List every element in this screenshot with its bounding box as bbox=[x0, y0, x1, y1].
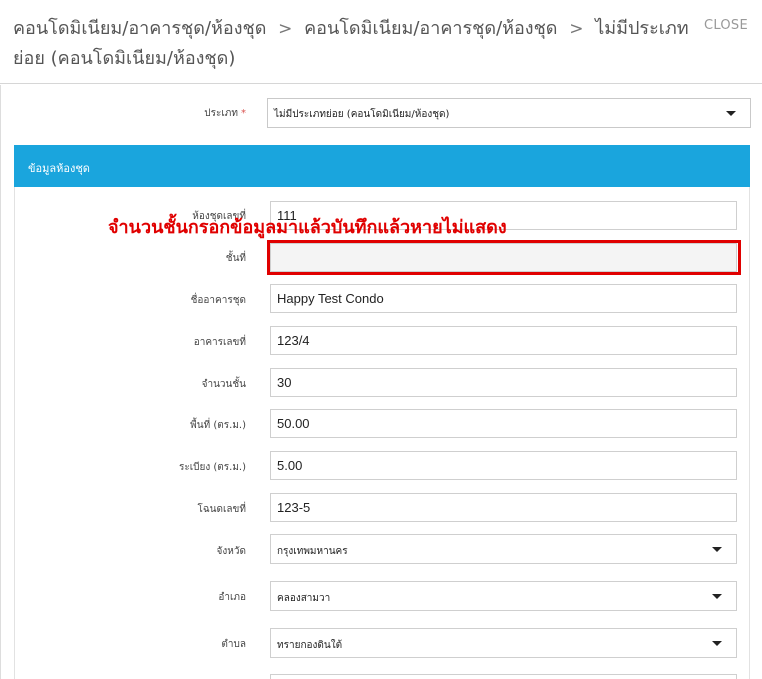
district-select-value: คลองสามวา bbox=[277, 593, 331, 604]
type-label-text: ประเภท bbox=[204, 108, 238, 119]
annotation-text: จำนวนชั้นกรอกข้อมูลมาแล้วบันทึกแล้วหายไม… bbox=[108, 217, 507, 238]
section-title: ข้อมูลห้องชุด bbox=[28, 162, 90, 175]
floor-count-input[interactable]: 30 bbox=[270, 368, 737, 397]
province-label: จังหวัด bbox=[216, 546, 246, 557]
caret-down-icon bbox=[712, 594, 722, 599]
floor-label: ชั้นที่ bbox=[225, 253, 246, 264]
caret-down-icon bbox=[712, 547, 722, 552]
breadcrumb-item-2[interactable]: คอนโดมิเนียม/อาคารชุด/ห้องชุด bbox=[304, 18, 557, 39]
caret-down-icon bbox=[726, 111, 736, 116]
next-input[interactable] bbox=[270, 674, 737, 679]
balcony-input[interactable]: 5.00 bbox=[270, 451, 737, 480]
district-select[interactable]: คลองสามวา bbox=[270, 581, 737, 611]
floor-count-label: จำนวนชั้น bbox=[201, 379, 246, 390]
deed-no-label: โฉนดเลขที่ bbox=[197, 504, 247, 515]
divider bbox=[0, 85, 1, 679]
province-select[interactable]: กรุงเทพมหานคร bbox=[270, 534, 737, 564]
section-header: ข้อมูลห้องชุด bbox=[14, 145, 750, 187]
modal-header: คอนโดมิเนียม/อาคารชุด/ห้องชุด > คอนโดมิเ… bbox=[0, 0, 762, 84]
required-mark: * bbox=[241, 108, 246, 119]
building-name-input[interactable]: Happy Test Condo bbox=[270, 284, 737, 313]
type-select[interactable]: ไม่มีประเภทย่อย (คอนโดมิเนียม/ห้องชุด) bbox=[267, 98, 751, 128]
chevron-right-icon: > bbox=[278, 19, 293, 39]
breadcrumb-item-1[interactable]: คอนโดมิเนียม/อาคารชุด/ห้องชุด bbox=[13, 18, 266, 39]
building-no-label: อาคารเลขที่ bbox=[193, 337, 246, 348]
subdistrict-select[interactable]: ทรายกองดินใต้ bbox=[270, 628, 737, 658]
deed-no-input[interactable]: 123-5 bbox=[270, 493, 737, 522]
subdistrict-label: ตำบล bbox=[221, 639, 246, 650]
province-select-value: กรุงเทพมหานคร bbox=[277, 546, 348, 557]
caret-down-icon bbox=[712, 641, 722, 646]
breadcrumb: คอนโดมิเนียม/อาคารชุด/ห้องชุด > คอนโดมิเ… bbox=[13, 14, 693, 74]
building-no-input[interactable]: 123/4 bbox=[270, 326, 737, 355]
type-select-value: ไม่มีประเภทย่อย (คอนโดมิเนียม/ห้องชุด) bbox=[274, 109, 450, 120]
highlight-box bbox=[267, 240, 741, 275]
area-input[interactable]: 50.00 bbox=[270, 409, 737, 438]
type-label: ประเภท * bbox=[204, 106, 246, 121]
area-label: พื้นที่ (ตร.ม.) bbox=[190, 420, 246, 431]
building-name-label: ชื่ออาคารชุด bbox=[190, 295, 246, 306]
balcony-label: ระเบียง (ตร.ม.) bbox=[178, 462, 246, 473]
chevron-right-icon: > bbox=[569, 19, 584, 39]
subdistrict-select-value: ทรายกองดินใต้ bbox=[277, 640, 343, 651]
close-button[interactable]: CLOSE bbox=[704, 18, 748, 33]
district-label: อำเภอ bbox=[218, 592, 246, 603]
